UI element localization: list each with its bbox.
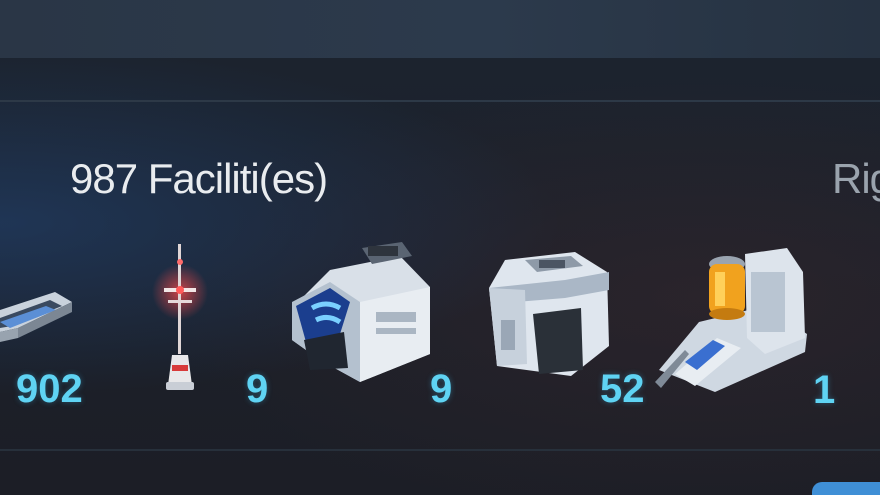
conveyor-icon: [0, 270, 80, 370]
reactor-building-icon: [655, 242, 815, 392]
facilities-screen: 987 Faciliti(es) Rig 902: [0, 0, 880, 495]
bunker-icon: [485, 250, 615, 380]
top-bar: [0, 0, 880, 58]
blue-module-icon: [290, 242, 435, 390]
facility-item-conveyor[interactable]: 902: [0, 260, 100, 420]
facility-count: 9: [246, 367, 269, 411]
antenna-tower-icon: [150, 240, 210, 395]
facilities-title: 987 Faciliti(es): [70, 155, 328, 202]
facility-count: 9: [430, 367, 453, 411]
facility-count: 52: [600, 367, 645, 411]
top-divider: [0, 100, 880, 102]
bottom-divider: [0, 449, 880, 451]
facility-count: 902: [16, 367, 83, 411]
facility-item-antenna[interactable]: 9: [150, 240, 280, 420]
facility-item-bunker[interactable]: 52: [485, 250, 650, 420]
corner-accent: [812, 482, 880, 495]
facility-count: 1: [813, 368, 836, 412]
right-section-label: Rig: [832, 155, 880, 202]
facility-item-module[interactable]: 9: [290, 242, 465, 422]
facility-item-reactor[interactable]: 1: [655, 242, 840, 422]
